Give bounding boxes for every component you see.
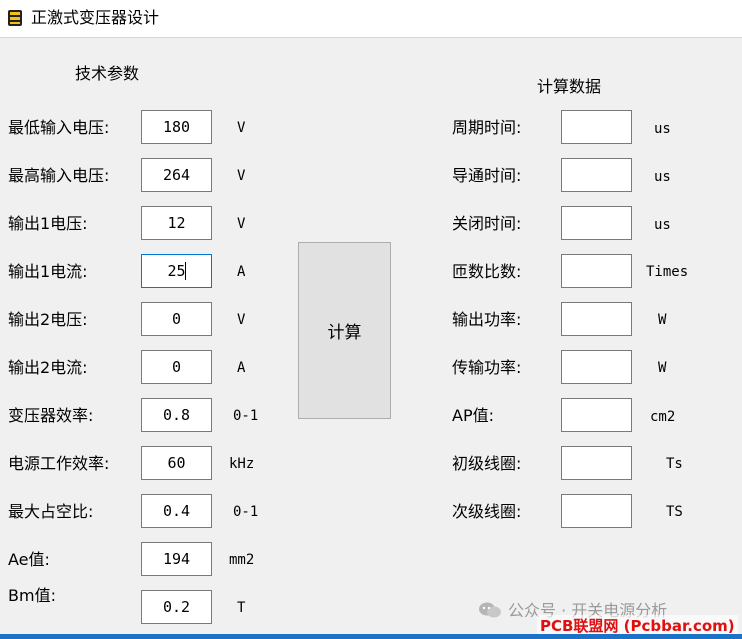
label-output2-current: 输出2电流: (8, 358, 88, 377)
unit-transformer-efficiency: 0-1 (233, 408, 259, 424)
label-output2-voltage: 输出2电压: (8, 310, 88, 329)
right-section-title: 计算数据 (537, 77, 602, 96)
primary-winding-field[interactable] (561, 446, 632, 480)
label-max-input-voltage: 最高输入电压: (8, 166, 110, 185)
output1-voltage-field[interactable] (141, 206, 212, 240)
label-power-working-efficiency: 电源工作效率: (8, 454, 110, 473)
label-transformer-efficiency: 变压器效率: (8, 406, 94, 425)
off-time-field[interactable] (561, 206, 632, 240)
ap-value-field[interactable] (561, 398, 632, 432)
bm-value-field[interactable] (141, 590, 212, 624)
unit-power-working-efficiency: kHz (229, 456, 255, 472)
window-bottom-border (0, 634, 742, 639)
text-caret (185, 262, 186, 280)
min-input-voltage-field[interactable] (141, 110, 212, 144)
unit-off-time: us (654, 217, 671, 233)
unit-output1-current: A (237, 264, 246, 280)
output1-current-field[interactable] (141, 254, 212, 288)
unit-turns-ratio: Times (646, 264, 689, 280)
label-ap-value: AP值: (452, 406, 494, 425)
unit-bm-value: T (237, 600, 246, 616)
unit-primary-winding: Ts (666, 456, 683, 472)
unit-ap-value: cm2 (650, 409, 676, 425)
label-turns-ratio: 匝数比数: (452, 262, 522, 281)
site-tag: PCB联盟网 (Pcbbar.com) (537, 615, 738, 636)
label-min-input-voltage: 最低输入电压: (8, 118, 110, 137)
label-max-duty-cycle: 最大占空比: (8, 502, 94, 521)
ae-value-field[interactable] (141, 542, 212, 576)
unit-ae-value: mm2 (229, 552, 255, 568)
power-working-efficiency-field[interactable] (141, 446, 212, 480)
period-time-field[interactable] (561, 110, 632, 144)
output-power-field[interactable] (561, 302, 632, 336)
label-ae-value: Ae值: (8, 550, 50, 569)
label-output-power: 输出功率: (452, 310, 522, 329)
label-output1-current: 输出1电流: (8, 262, 88, 281)
output2-voltage-field[interactable] (141, 302, 212, 336)
label-period-time: 周期时间: (452, 118, 522, 137)
transfer-power-field[interactable] (561, 350, 632, 384)
label-secondary-winding: 次级线圈: (452, 502, 522, 521)
label-transfer-power: 传输功率: (452, 358, 522, 377)
unit-output2-current: A (237, 360, 246, 376)
label-bm-value: Bm值: (8, 586, 56, 605)
unit-max-input-voltage: V (237, 168, 246, 184)
unit-output1-voltage: V (237, 216, 246, 232)
max-input-voltage-field[interactable] (141, 158, 212, 192)
turns-ratio-field[interactable] (561, 254, 632, 288)
unit-transfer-power: W (658, 360, 667, 376)
unit-output-power: W (658, 312, 667, 328)
unit-period-time: us (654, 121, 671, 137)
label-output1-voltage: 输出1电压: (8, 214, 88, 233)
wechat-icon (479, 602, 501, 618)
unit-min-input-voltage: V (237, 120, 246, 136)
output2-current-field[interactable] (141, 350, 212, 384)
label-off-time: 关闭时间: (452, 214, 522, 233)
unit-output2-voltage: V (237, 312, 246, 328)
label-on-time: 导通时间: (452, 166, 522, 185)
on-time-field[interactable] (561, 158, 632, 192)
window-title: 正激式变压器设计 (31, 8, 160, 27)
calculate-button[interactable]: 计算 (298, 242, 391, 419)
title-bar: 正激式变压器设计 (0, 0, 742, 38)
unit-max-duty-cycle: 0-1 (233, 504, 259, 520)
unit-secondary-winding: TS (666, 504, 683, 520)
unit-on-time: us (654, 169, 671, 185)
label-primary-winding: 初级线圈: (452, 454, 522, 473)
app-icon (8, 10, 22, 26)
transformer-efficiency-field[interactable] (141, 398, 212, 432)
max-duty-cycle-field[interactable] (141, 494, 212, 528)
secondary-winding-field[interactable] (561, 494, 632, 528)
left-section-title: 技术参数 (75, 64, 140, 83)
